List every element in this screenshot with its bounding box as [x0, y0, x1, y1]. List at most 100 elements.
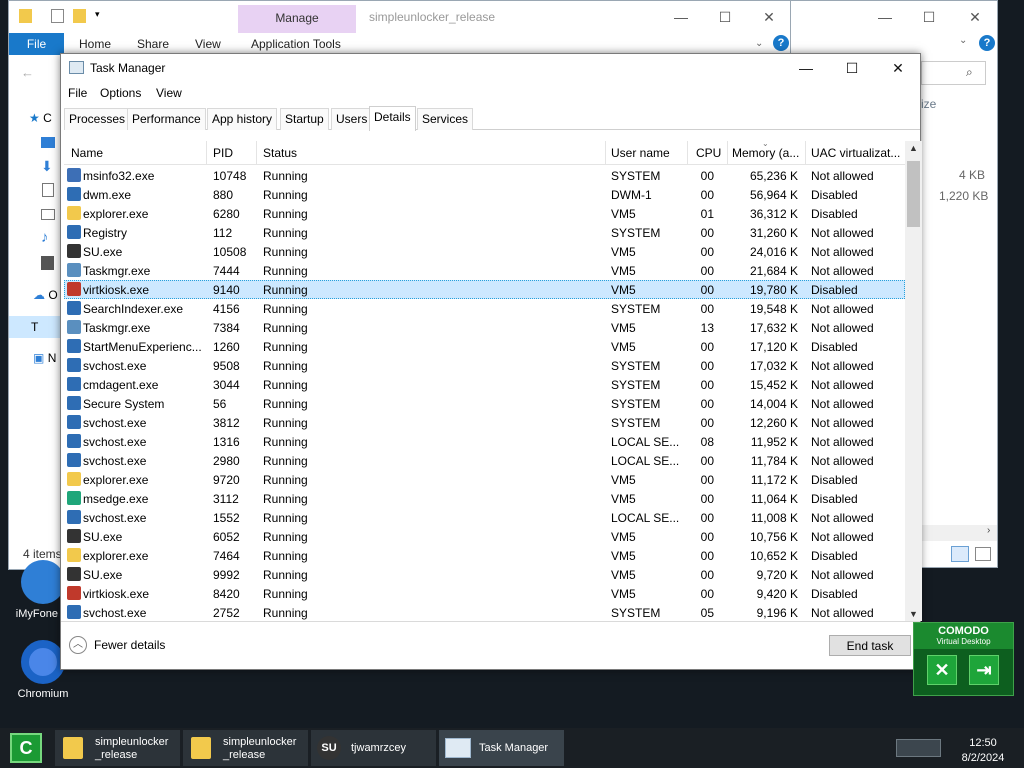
column-divider[interactable]	[605, 141, 606, 165]
column-divider[interactable]	[206, 141, 207, 165]
column-divider[interactable]	[256, 141, 257, 165]
sidebar-item-quick-access[interactable]: ★ C	[29, 111, 52, 125]
taskbar-item-task-manager[interactable]: Task Manager	[439, 730, 564, 766]
ribbon-tab-share[interactable]: Share	[137, 33, 169, 55]
maximize-button[interactable]: ☐	[837, 57, 867, 79]
table-row[interactable]: svchost.exe 1316 Running LOCAL SE... 08 11,95…	[64, 432, 905, 451]
tab-startup[interactable]: Startup	[280, 108, 329, 130]
ribbon-tab-application-tools[interactable]: Application Tools	[251, 33, 341, 55]
table-row[interactable]: explorer.exe 7464 Running VM5 00 10,652 K Disa…	[64, 546, 905, 565]
table-row[interactable]: explorer.exe 6280 Running VM5 01 36,312 K Disa…	[64, 204, 905, 223]
table-row[interactable]: svchost.exe 2980 Running LOCAL SE... 00 11,78…	[64, 451, 905, 470]
keyboard-icon[interactable]	[896, 739, 941, 757]
table-row[interactable]: cmdagent.exe 3044 Running SYSTEM 00 15,452 K N…	[64, 375, 905, 394]
close-button[interactable]: ✕	[965, 7, 985, 27]
ribbon-expand-icon[interactable]: ⌄	[959, 35, 967, 46]
tab-users[interactable]: Users	[331, 108, 373, 130]
scroll-up-icon[interactable]: ▲	[905, 143, 922, 153]
sidebar-documents-icon[interactable]	[42, 183, 54, 197]
help-icon[interactable]: ?	[773, 35, 789, 51]
fewer-details-link[interactable]: Fewer details	[94, 638, 165, 652]
table-row[interactable]: SU.exe 9992 Running VM5 00 9,720 K Not allowed	[64, 565, 905, 584]
properties-icon[interactable]	[51, 9, 64, 23]
horizontal-scrollbar[interactable]	[921, 525, 997, 541]
search-box[interactable]	[921, 61, 986, 85]
table-row[interactable]: virtkiosk.exe 8420 Running VM5 00 9,420 K Disa…	[64, 584, 905, 603]
tab-app-history[interactable]: App history	[207, 108, 278, 130]
column-header-user-name[interactable]: User name	[611, 146, 670, 160]
ribbon-tab-file[interactable]: File	[9, 33, 64, 55]
folder-icon[interactable]	[19, 9, 32, 23]
table-row[interactable]: Taskmgr.exe 7384 Running VM5 13 17,632 K Not a…	[64, 318, 905, 337]
table-row[interactable]: virtkiosk.exe 9140 Running VM5 00 19,780 K Dis…	[64, 280, 905, 299]
table-row[interactable]: explorer.exe 9720 Running VM5 00 11,172 K Disa…	[64, 470, 905, 489]
end-task-button[interactable]: End task	[829, 635, 911, 656]
comodo-start-icon[interactable]: C	[10, 733, 42, 763]
sidebar-item-network[interactable]: ▣ N	[33, 351, 56, 365]
details-view-icon[interactable]	[951, 546, 969, 562]
table-row[interactable]: StartMenuExperienc... 1260 Running VM5 00 17,…	[64, 337, 905, 356]
column-header-uac[interactable]: UAC virtualizat...	[811, 146, 905, 160]
dropdown-icon[interactable]: ▾	[95, 9, 108, 23]
column-header-status[interactable]: Status	[263, 146, 297, 160]
task-manager-titlebar[interactable]: Task Manager — ☐ ✕	[61, 54, 920, 82]
sidebar-downloads-icon[interactable]: ⬇	[41, 158, 53, 175]
search-icon[interactable]: ⌕	[966, 65, 973, 80]
table-row[interactable]: svchost.exe 2752 Running SYSTEM 05 9,196 K Not…	[64, 603, 905, 621]
sidebar-videos-icon[interactable]	[41, 256, 54, 270]
tab-performance[interactable]: Performance	[127, 108, 206, 130]
column-header-name[interactable]: Name	[71, 146, 103, 160]
manage-tab[interactable]: Manage	[238, 11, 356, 25]
large-icons-view-icon[interactable]	[975, 547, 991, 561]
table-row[interactable]: Secure System 56 Running SYSTEM 00 14,004 K No…	[64, 394, 905, 413]
sidebar-music-icon[interactable]: ♪	[41, 229, 49, 246]
maximize-button[interactable]: ☐	[919, 7, 939, 27]
help-icon[interactable]: ?	[979, 35, 995, 51]
ribbon-expand-icon[interactable]: ⌄	[755, 33, 763, 55]
taskbar-item-explorer-2[interactable]: simpleunlocker _release	[183, 730, 308, 766]
menu-options[interactable]: Options	[100, 86, 141, 100]
sidebar-item-onedrive[interactable]: ☁ O	[33, 288, 58, 302]
maximize-button[interactable]: ☐	[715, 7, 735, 27]
table-row[interactable]: SU.exe 10508 Running VM5 00 24,016 K Not allow…	[64, 242, 905, 261]
minimize-button[interactable]: —	[875, 7, 895, 27]
menu-file[interactable]: File	[68, 86, 87, 100]
column-divider[interactable]	[687, 141, 688, 165]
table-row[interactable]: Taskmgr.exe 7444 Running VM5 00 21,684 K Not a…	[64, 261, 905, 280]
sidebar-pictures-icon[interactable]	[41, 209, 55, 220]
scroll-thumb[interactable]	[907, 161, 920, 227]
tab-services[interactable]: Services	[417, 108, 474, 130]
taskbar-item-explorer-1[interactable]: simpleunlocker _release	[55, 730, 180, 766]
nav-back-icon[interactable]: ←	[21, 65, 34, 80]
table-row[interactable]: msinfo32.exe 10748 Running SYSTEM 00 65,236 K…	[64, 166, 905, 185]
close-button[interactable]: ✕	[883, 57, 913, 79]
tab-details[interactable]: Details	[369, 106, 416, 131]
exit-virtual-desktop-icon[interactable]: ⇥	[969, 655, 999, 685]
menu-view[interactable]: View	[156, 86, 182, 100]
scroll-right-icon[interactable]: ›	[987, 525, 990, 536]
close-virtual-desktop-icon[interactable]: ✕	[927, 655, 957, 685]
ribbon-tab-view[interactable]: View	[195, 33, 221, 55]
minimize-button[interactable]: —	[791, 57, 821, 79]
column-header-memory[interactable]: Memory (a...	[732, 146, 804, 160]
table-row[interactable]: Registry 112 Running SYSTEM 00 31,260 K Not al…	[64, 223, 905, 242]
close-button[interactable]: ✕	[759, 7, 779, 27]
column-header-pid[interactable]: PID	[213, 146, 233, 160]
table-row[interactable]: SearchIndexer.exe 4156 Running SYSTEM 00 19,5…	[64, 299, 905, 318]
column-divider[interactable]	[805, 141, 806, 165]
tab-processes[interactable]: Processes	[64, 108, 131, 130]
scroll-down-icon[interactable]: ▼	[905, 609, 922, 619]
minimize-button[interactable]: —	[671, 7, 691, 27]
sidebar-desktop-icon[interactable]	[41, 137, 55, 148]
taskbar-clock[interactable]: 12:50 8/2/2024	[950, 736, 1016, 766]
new-folder-icon[interactable]	[73, 9, 86, 23]
table-row[interactable]: svchost.exe 3812 Running SYSTEM 00 12,260 K No…	[64, 413, 905, 432]
table-row[interactable]: msedge.exe 3112 Running VM5 00 11,064 K Disabl…	[64, 489, 905, 508]
chevron-up-icon[interactable]: ︿	[69, 636, 87, 654]
vertical-scrollbar[interactable]: ▲ ▼	[905, 141, 922, 621]
taskbar-item-su[interactable]: SU tjwamrzcey	[311, 730, 436, 766]
column-divider[interactable]	[727, 141, 728, 165]
table-row[interactable]: svchost.exe 9508 Running SYSTEM 00 17,032 K No…	[64, 356, 905, 375]
column-header-size[interactable]: ize	[921, 97, 936, 111]
table-row[interactable]: SU.exe 6052 Running VM5 00 10,756 K Not allowe…	[64, 527, 905, 546]
